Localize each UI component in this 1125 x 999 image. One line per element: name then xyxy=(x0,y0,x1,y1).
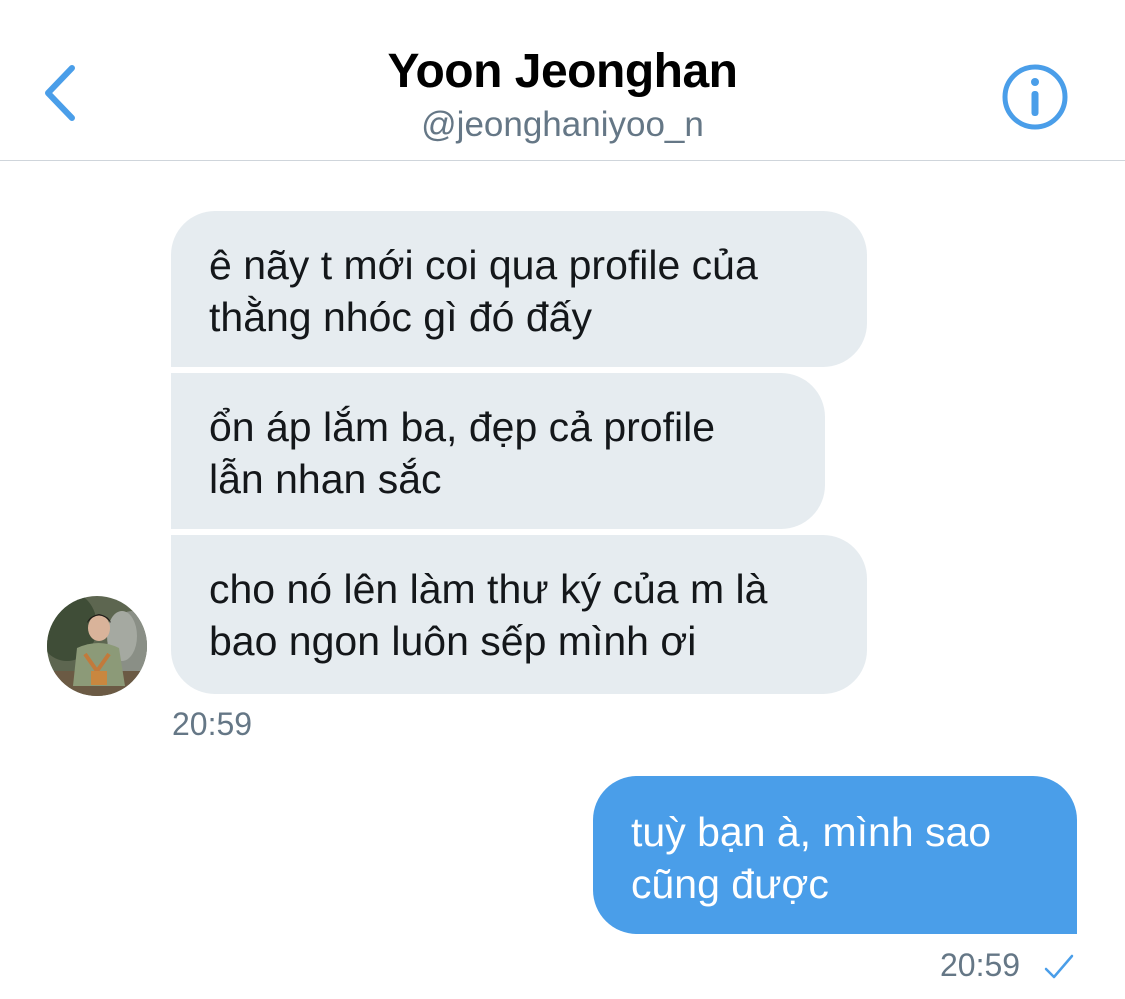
incoming-message[interactable]: cho nó lên làm thư ký của m là bao ngon … xyxy=(171,535,867,694)
checkmark-icon xyxy=(1044,954,1074,979)
conversation-handle[interactable]: @jeonghaniyoo_n xyxy=(0,105,1125,145)
outgoing-message[interactable]: tuỳ bạn à, mình sao cũng được xyxy=(593,776,1077,934)
incoming-message[interactable]: ê nãy t mới coi qua profile của thằng nh… xyxy=(171,211,867,367)
avatar-photo xyxy=(47,596,147,696)
conversation-title[interactable]: Yoon Jeonghan xyxy=(0,44,1125,99)
incoming-message[interactable]: ổn áp lắm ba, đẹp cả profile lẫn nhan sắ… xyxy=(171,373,825,529)
info-circle-icon[interactable] xyxy=(1000,62,1070,132)
message-timestamp: 20:59 xyxy=(940,947,1021,983)
message-timestamp: 20:59 xyxy=(172,706,253,742)
conversation-header: Yoon Jeonghan @jeonghaniyoo_n xyxy=(0,0,1125,161)
avatar[interactable] xyxy=(47,596,147,696)
